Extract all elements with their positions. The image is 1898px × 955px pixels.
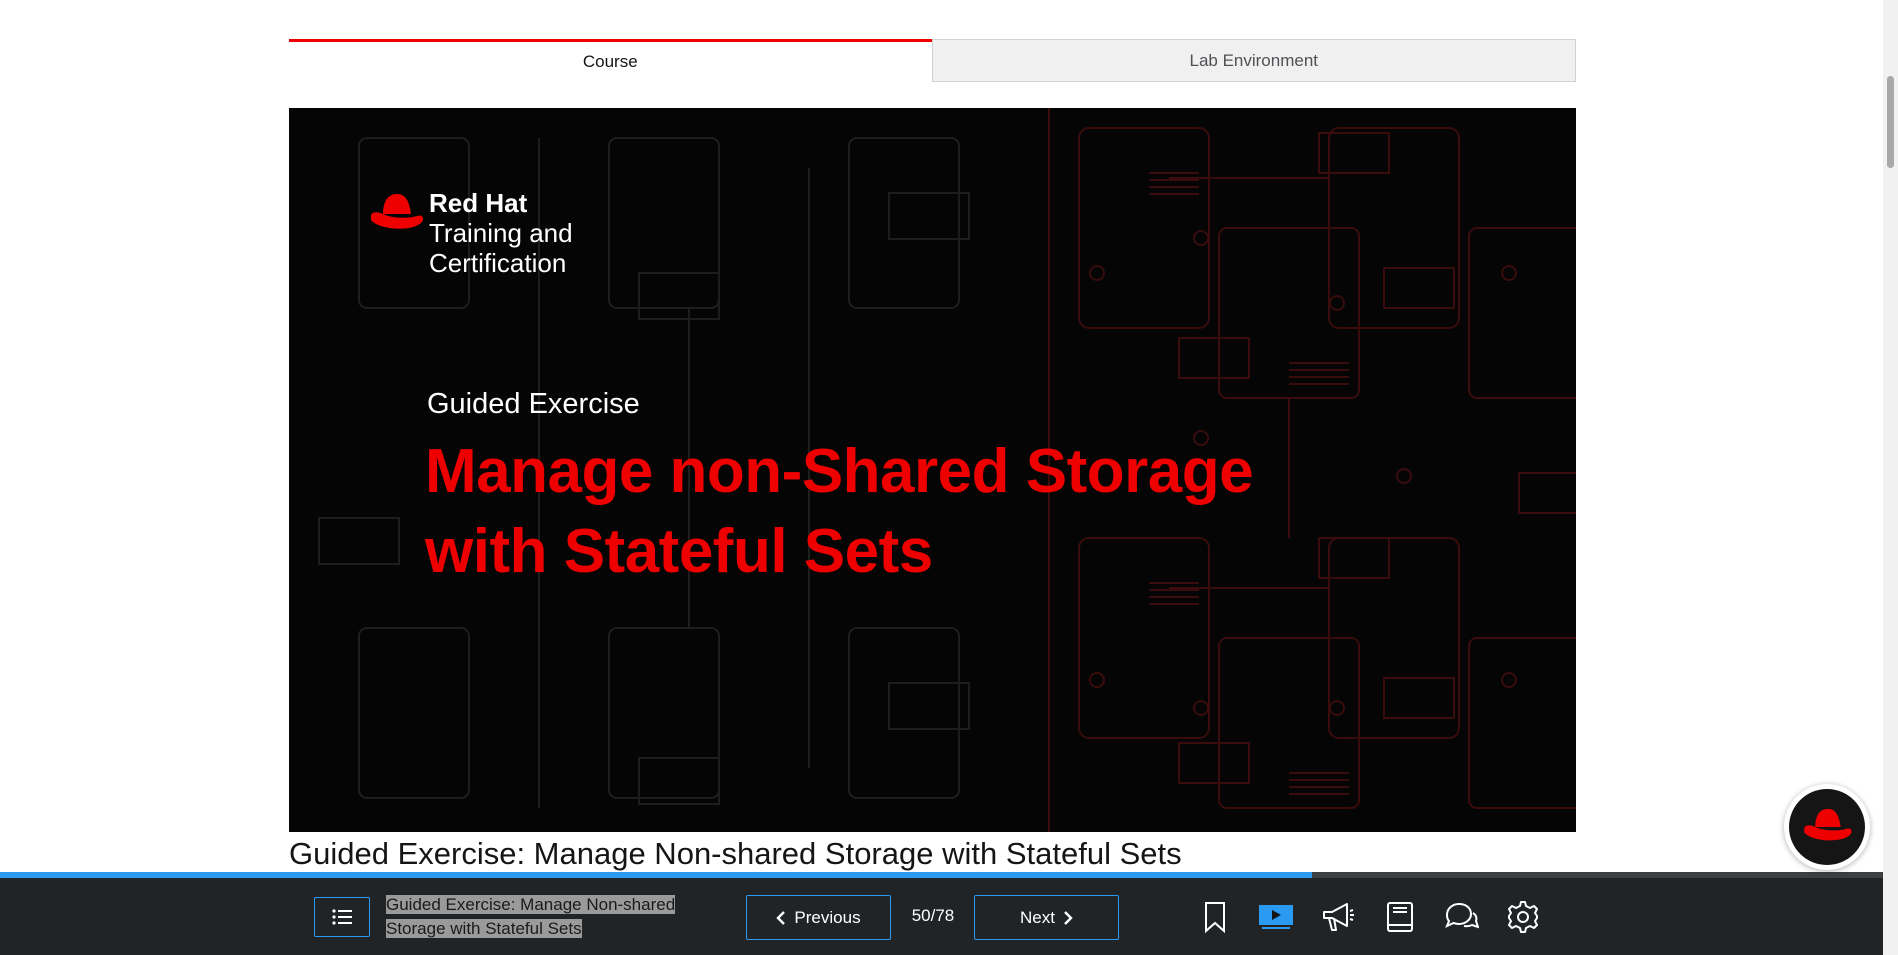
current-section-title-line-1: Guided Exercise: Manage Non-shared (386, 895, 676, 914)
next-button-label: Next (1020, 907, 1055, 927)
megaphone-icon (1323, 903, 1354, 931)
previous-button[interactable]: Previous (746, 895, 891, 940)
banner-eyebrow: Guided Exercise (427, 388, 640, 420)
help-chat-button[interactable] (1784, 784, 1870, 870)
chevron-right-icon (1064, 910, 1073, 925)
bookmark-icon (1205, 902, 1225, 933)
book-button[interactable] (1380, 897, 1420, 937)
announcements-button[interactable] (1318, 897, 1358, 937)
red-hat-logo-icon (371, 194, 424, 229)
discussion-button[interactable] (1441, 897, 1481, 937)
brand-line-1: Training and (429, 218, 573, 248)
red-hat-logo-icon (1804, 808, 1852, 841)
brand-name: Red Hat (429, 188, 528, 218)
table-of-contents-button[interactable] (314, 897, 370, 937)
next-button[interactable]: Next (974, 895, 1119, 940)
bookmark-button[interactable] (1195, 897, 1235, 937)
scrollbar-thumb[interactable] (1887, 76, 1894, 168)
banner-headline: Manage non-Shared Storage with Stateful … (425, 432, 1425, 592)
list-icon (332, 909, 352, 925)
page-title: Guided Exercise: Manage Non-shared Stora… (289, 836, 1182, 871)
current-section-title: Guided Exercise: Manage Non-shared Stora… (386, 893, 696, 941)
banner-headline-line-2: with Stateful Sets (425, 517, 933, 586)
red-hat-training-logo: Red Hat Training and Certification (367, 188, 573, 278)
tab-lab-environment[interactable]: Lab Environment (931, 39, 1576, 82)
video-icon (1259, 905, 1293, 929)
tab-bar: Course Lab Environment (289, 39, 1576, 82)
chevron-left-icon (776, 910, 786, 925)
book-icon (1387, 902, 1413, 932)
previous-button-label: Previous (794, 907, 861, 927)
chat-icon (1445, 902, 1479, 929)
brand-line-2: Certification (429, 248, 567, 278)
gear-icon (1508, 901, 1538, 933)
current-section-title-line-2: Storage with Stateful Sets (386, 919, 582, 938)
course-banner: Red Hat Training and Certification Guide… (289, 108, 1576, 832)
page-scrollbar[interactable] (1883, 0, 1898, 955)
bottom-toolbar: Guided Exercise: Manage Non-shared Stora… (0, 878, 1883, 955)
video-button[interactable] (1256, 897, 1296, 937)
banner-headline-line-1: Manage non-Shared Storage (425, 437, 1254, 506)
settings-button[interactable] (1503, 897, 1543, 937)
page-counter: 50/78 (911, 906, 955, 925)
tab-course[interactable]: Course (289, 39, 932, 82)
